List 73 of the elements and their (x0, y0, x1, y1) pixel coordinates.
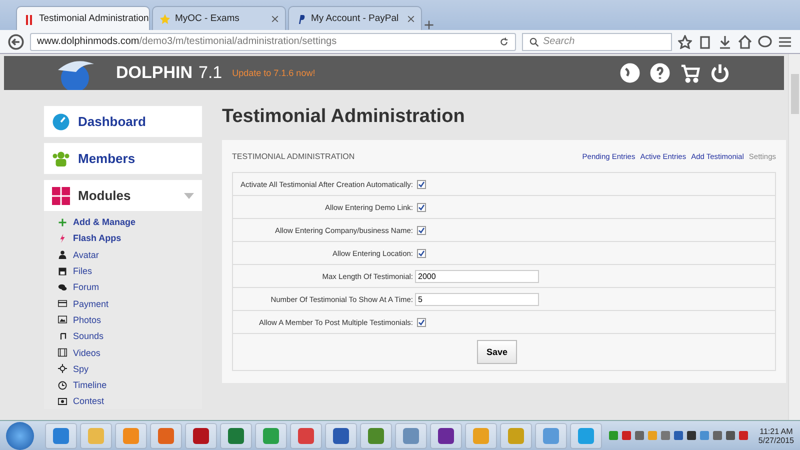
brand-name: DOLPHIN (116, 63, 192, 83)
checkbox[interactable] (417, 202, 426, 212)
version-number: 7.1 (198, 63, 222, 83)
taskbar-app-icon[interactable] (45, 422, 77, 448)
taskbar-clock[interactable]: 11:21 AM 5/27/2015 (758, 426, 794, 444)
sidebar-item[interactable]: Add & Manage (58, 215, 202, 230)
sidebar-item[interactable]: Flash Apps (58, 231, 202, 246)
home-icon[interactable] (738, 34, 752, 48)
back-icon[interactable] (8, 34, 24, 50)
star-icon[interactable] (678, 34, 692, 48)
search-icon[interactable] (529, 36, 539, 46)
sidebar-item[interactable]: Videos (58, 345, 202, 360)
close-icon[interactable] (271, 14, 279, 22)
sidebar-item[interactable]: Sounds (58, 329, 202, 344)
taskbar-app-icon[interactable] (290, 422, 322, 448)
save-button[interactable]: Save (477, 340, 517, 364)
browser-tab[interactable]: My Account - PayPal (288, 6, 422, 30)
help-icon[interactable] (650, 63, 670, 83)
start-button[interactable] (6, 422, 34, 450)
checkbox[interactable] (417, 180, 426, 188)
sidebar-section[interactable]: Modules (44, 180, 202, 211)
taskbar-app-icon[interactable] (430, 422, 462, 448)
close-icon[interactable] (407, 14, 415, 22)
money-icon (58, 396, 67, 406)
sidebar-item[interactable]: Files (58, 264, 202, 278)
menu-icon[interactable] (778, 34, 792, 48)
chat-icon (58, 282, 67, 292)
sidebar-item[interactable]: Timeline (58, 378, 202, 392)
file-icon (58, 266, 67, 276)
new-tab-icon[interactable] (424, 20, 434, 30)
clock-icon (58, 380, 67, 390)
checkbox[interactable] (417, 226, 426, 234)
sidebar-item[interactable]: Payment (58, 296, 202, 311)
taskbar-app-icon[interactable] (360, 422, 392, 448)
search-field[interactable]: Search (522, 32, 672, 50)
bolt-icon (58, 234, 67, 243)
card-icon (58, 299, 67, 308)
browser-tab[interactable]: MyOC - Exams (152, 6, 286, 30)
film-icon (58, 348, 67, 358)
checkbox[interactable] (417, 318, 426, 326)
plus-icon (58, 218, 67, 227)
grid-icon (52, 186, 70, 204)
sidebar-section[interactable]: Members (44, 143, 202, 174)
sidebar-item[interactable]: Contest (58, 394, 202, 409)
sidebar-item[interactable]: Spy (58, 362, 202, 376)
taskbar-app-icon[interactable] (220, 422, 252, 448)
download-icon[interactable] (718, 34, 732, 48)
gauge-icon (52, 112, 70, 130)
sidebar-item[interactable]: Photos (58, 312, 202, 328)
sidebar-section[interactable]: Dashboard (44, 106, 202, 137)
page-title: Testimonial Administration (222, 106, 466, 128)
sidebar-item[interactable]: Forum (58, 280, 202, 294)
browser-tab[interactable]: Testimonial Administration (16, 6, 150, 30)
reload-icon[interactable] (499, 36, 509, 46)
input-field[interactable]: 2000 (415, 270, 539, 282)
sidebar-item[interactable]: Avatar (58, 248, 202, 262)
cart-icon[interactable] (680, 63, 700, 83)
star-icon (159, 12, 171, 24)
user-icon (58, 250, 67, 260)
people-icon (52, 150, 70, 168)
checkbox[interactable] (417, 248, 426, 258)
taskbar-app-icon[interactable] (185, 422, 217, 448)
address-field[interactable]: www.dolphinmods.com/demo3/m/testimonial/administration/settings (30, 32, 516, 50)
caret-icon (184, 192, 194, 198)
image-icon (58, 315, 67, 324)
power-icon[interactable] (710, 63, 730, 83)
chat-icon[interactable] (758, 34, 772, 48)
target-icon (58, 364, 67, 374)
taskbar-app-icon[interactable] (325, 422, 357, 448)
panel-title: TESTIMONIAL ADMINISTRATION (232, 152, 356, 161)
scrollbar[interactable] (788, 54, 800, 420)
input-field[interactable]: 5 (415, 292, 539, 306)
bars-icon (23, 12, 35, 24)
